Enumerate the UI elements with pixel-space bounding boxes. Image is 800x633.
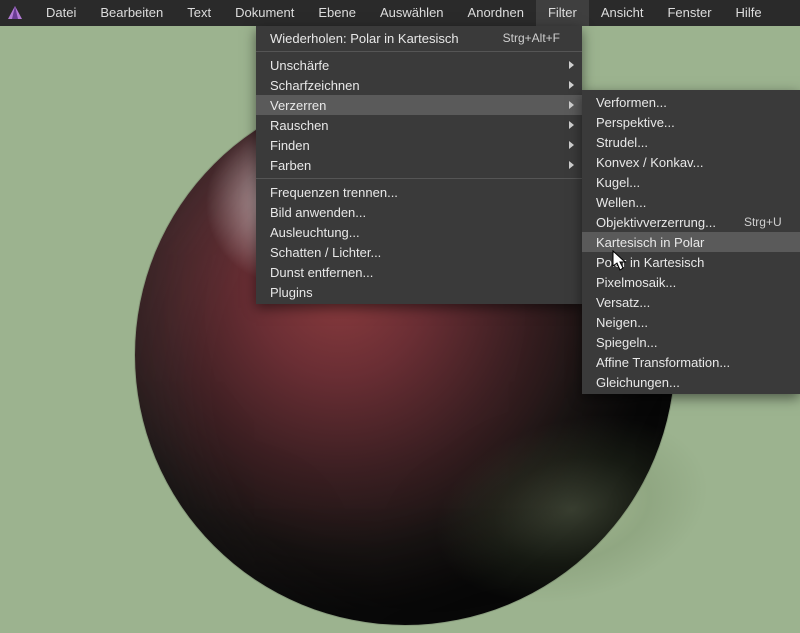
- menu-item-farben[interactable]: Farben: [256, 155, 582, 175]
- menu-item-kartesisch-in-polar[interactable]: Kartesisch in Polar: [582, 232, 800, 252]
- menu-item-label: Strudel...: [596, 135, 778, 150]
- menu-item-label: Spiegeln...: [596, 335, 778, 350]
- menu-item-label: Schatten / Lichter...: [270, 245, 560, 260]
- menu-item-label: Affine Transformation...: [596, 355, 778, 370]
- menu-item-label: Ausleuchtung...: [270, 225, 560, 240]
- menu-item-label: Dunst entfernen...: [270, 265, 560, 280]
- menu-item-objektivverzerrung[interactable]: Objektivverzerrung... Strg+U: [582, 212, 800, 232]
- menu-item-label: Objektivverzerrung...: [596, 215, 716, 230]
- menu-filter[interactable]: Filter: [536, 0, 589, 26]
- app-logo-icon: [6, 4, 24, 22]
- menu-item-neigen[interactable]: Neigen...: [582, 312, 800, 332]
- menu-item-affine-transformation[interactable]: Affine Transformation...: [582, 352, 800, 372]
- menu-item-finden[interactable]: Finden: [256, 135, 582, 155]
- submenu-arrow-icon: [569, 61, 574, 69]
- menu-item-versatz[interactable]: Versatz...: [582, 292, 800, 312]
- menu-item-label: Finden: [270, 138, 560, 153]
- menu-item-label: Versatz...: [596, 295, 778, 310]
- menu-text[interactable]: Text: [175, 0, 223, 26]
- menu-item-label: Gleichungen...: [596, 375, 778, 390]
- menu-item-ausleuchtung[interactable]: Ausleuchtung...: [256, 222, 582, 242]
- menu-datei[interactable]: Datei: [34, 0, 88, 26]
- menu-item-label: Wellen...: [596, 195, 778, 210]
- menu-item-label: Neigen...: [596, 315, 778, 330]
- menu-item-label: Plugins: [270, 285, 560, 300]
- submenu-arrow-icon: [569, 161, 574, 169]
- main-menubar: DateiBearbeitenTextDokumentEbeneAuswähle…: [0, 0, 800, 26]
- menu-bearbeiten[interactable]: Bearbeiten: [88, 0, 175, 26]
- menu-ansicht[interactable]: Ansicht: [589, 0, 656, 26]
- verzerren-submenu: Verformen... Perspektive... Strudel... Konv…: [582, 90, 800, 394]
- menu-hilfe[interactable]: Hilfe: [724, 0, 774, 26]
- menu-item-label: Unschärfe: [270, 58, 560, 73]
- menu-item-label: Rauschen: [270, 118, 560, 133]
- menu-item-frequenzen-trennen[interactable]: Frequenzen trennen...: [256, 182, 582, 202]
- menu-item-label: Farben: [270, 158, 560, 173]
- menu-separator: [256, 178, 582, 179]
- menu-item-gleichungen[interactable]: Gleichungen...: [582, 372, 800, 392]
- menu-item-label: Kartesisch in Polar: [596, 235, 778, 250]
- menu-item-konvex-konkav[interactable]: Konvex / Konkav...: [582, 152, 800, 172]
- menu-item-dunst-entfernen[interactable]: Dunst entfernen...: [256, 262, 582, 282]
- menu-item-pixelmosaik[interactable]: Pixelmosaik...: [582, 272, 800, 292]
- menu-item-verformen[interactable]: Verformen...: [582, 92, 800, 112]
- menu-item-label: Bild anwenden...: [270, 205, 560, 220]
- menu-shortcut: Strg+Alt+F: [503, 31, 560, 45]
- menu-item-plugins[interactable]: Plugins: [256, 282, 582, 302]
- menu-item-label: Konvex / Konkav...: [596, 155, 778, 170]
- menu-item-repeat-filter[interactable]: Wiederholen: Polar in Kartesisch Strg+Al…: [256, 28, 582, 48]
- menu-item-wellen[interactable]: Wellen...: [582, 192, 800, 212]
- menu-fenster[interactable]: Fenster: [655, 0, 723, 26]
- menu-item-rauschen[interactable]: Rauschen: [256, 115, 582, 135]
- menu-item-label: Frequenzen trennen...: [270, 185, 560, 200]
- menu-item-label: Pixelmosaik...: [596, 275, 778, 290]
- menu-item-label: Verzerren: [270, 98, 560, 113]
- menu-item-label: Polar in Kartesisch: [596, 255, 778, 270]
- submenu-arrow-icon: [569, 81, 574, 89]
- menu-item-unschärfe[interactable]: Unschärfe: [256, 55, 582, 75]
- menu-item-label: Wiederholen: Polar in Kartesisch: [270, 31, 475, 46]
- menu-item-spiegeln[interactable]: Spiegeln...: [582, 332, 800, 352]
- menu-item-label: Perspektive...: [596, 115, 778, 130]
- menu-anordnen[interactable]: Anordnen: [456, 0, 536, 26]
- menu-item-label: Kugel...: [596, 175, 778, 190]
- menu-item-strudel[interactable]: Strudel...: [582, 132, 800, 152]
- menu-shortcut: Strg+U: [744, 215, 782, 229]
- menu-item-kugel[interactable]: Kugel...: [582, 172, 800, 192]
- submenu-arrow-icon: [569, 141, 574, 149]
- menu-item-bild-anwenden[interactable]: Bild anwenden...: [256, 202, 582, 222]
- menu-separator: [256, 51, 582, 52]
- submenu-arrow-icon: [569, 121, 574, 129]
- menu-ebene[interactable]: Ebene: [306, 0, 368, 26]
- submenu-arrow-icon: [569, 101, 574, 109]
- menu-item-label: Verformen...: [596, 95, 778, 110]
- menu-auswählen[interactable]: Auswählen: [368, 0, 456, 26]
- menu-item-scharfzeichnen[interactable]: Scharfzeichnen: [256, 75, 582, 95]
- filter-dropdown: Wiederholen: Polar in Kartesisch Strg+Al…: [256, 26, 582, 304]
- menu-dokument[interactable]: Dokument: [223, 0, 306, 26]
- menu-item-polar-in-kartesisch[interactable]: Polar in Kartesisch: [582, 252, 800, 272]
- menu-item-perspektive[interactable]: Perspektive...: [582, 112, 800, 132]
- menu-item-verzerren[interactable]: Verzerren: [256, 95, 582, 115]
- menu-item-schatten-lichter[interactable]: Schatten / Lichter...: [256, 242, 582, 262]
- menu-item-label: Scharfzeichnen: [270, 78, 560, 93]
